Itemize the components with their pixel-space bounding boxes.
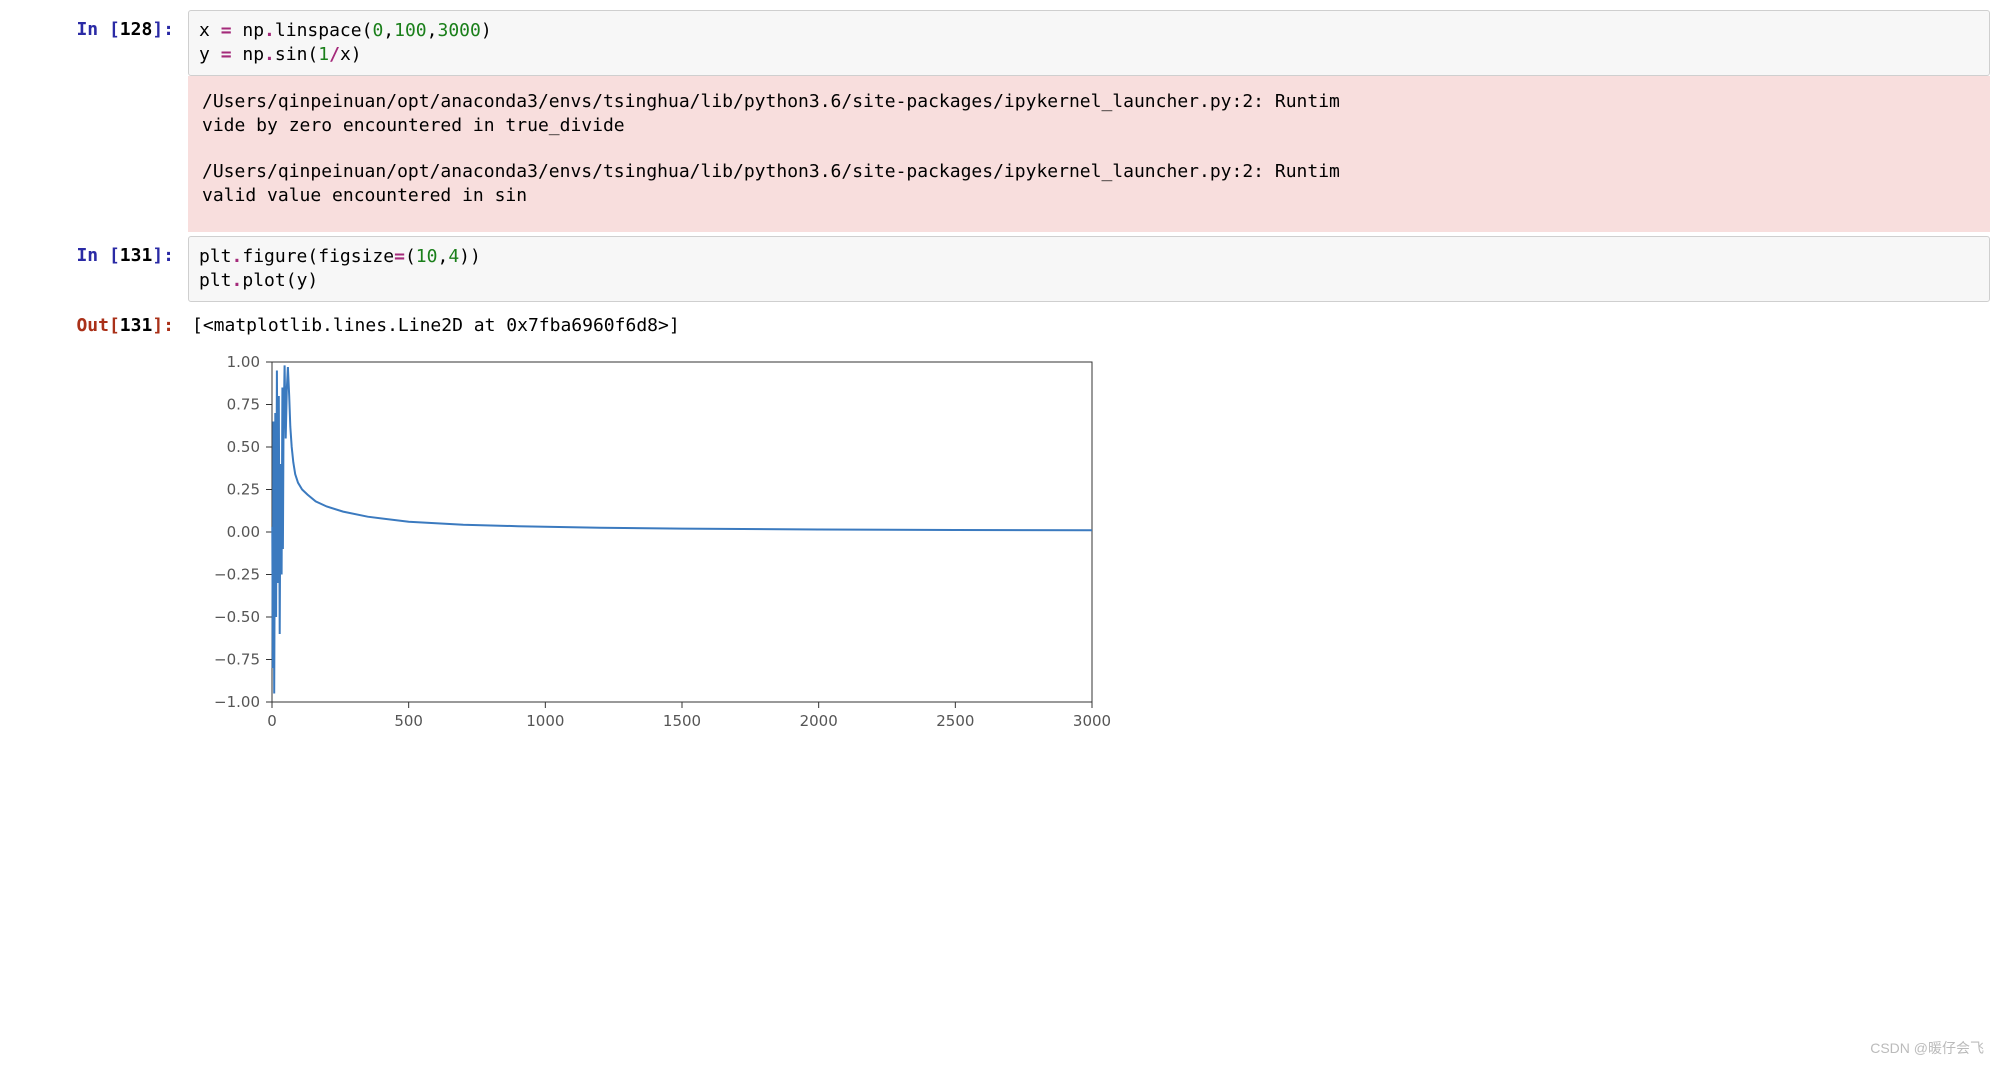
watermark: CSDN @暖仔会飞 [1870,1038,1984,1058]
x-tick-label: 2500 [936,712,974,730]
prompt-suffix: ]: [152,315,174,336]
code-cell-131: In [131]: plt.figure(figsize=(10,4)) plt… [14,236,1990,302]
code-token: 1 [318,44,329,65]
code-token: , [383,20,394,41]
y-tick-label: 0.25 [227,481,260,499]
stderr-line: valid value encountered in sin [202,185,527,206]
x-tick-label: 3000 [1073,712,1111,730]
prompt-number: 128 [120,19,153,40]
code-token: / [329,44,340,65]
matplotlib-figure: −1.00 −0.75 −0.50 −0.25 0.00 0.25 0.50 0.75 1.00… [192,352,1112,742]
x-ticks-group: 0 500 1000 1500 2000 2500 3000 [267,702,1111,730]
code-cell-128: In [128]: x = np.linspace(0,100,3000) y … [14,10,1990,232]
code-token: = [221,20,232,41]
code-token: 10 [416,246,438,267]
code-token: = [394,246,405,267]
y-tick-label: 1.00 [227,353,260,371]
y-tick-label: −0.75 [214,651,260,669]
code-token: x [340,44,351,65]
y-tick-label: −1.00 [214,693,260,711]
code-token: ( [405,246,416,267]
code-token: np [232,20,265,41]
output-cell-131: Out[131]: [<matplotlib.lines.Line2D at 0… [14,306,1990,338]
code-token: x [199,20,221,41]
code-token: ( [362,20,373,41]
code-token: . [264,44,275,65]
code-token: 0 [372,20,383,41]
y-tick-label: −0.50 [214,608,260,626]
stderr-line: /Users/qinpeinuan/opt/anaconda3/envs/tsi… [202,161,1340,182]
code-token: plt [199,246,232,267]
code-token: ) [459,246,470,267]
code-token: linspace [275,20,362,41]
prompt-kind: In [ [76,245,119,266]
code-token: ) [481,20,492,41]
input-prompt: In [128]: [14,10,188,42]
code-token: . [232,270,243,291]
code-token: ( [307,246,318,267]
series-line [272,365,1092,693]
stderr-line: /Users/qinpeinuan/opt/anaconda3/envs/tsi… [202,91,1340,112]
cell-128-area: x = np.linspace(0,100,3000) y = np.sin(1… [188,10,1990,232]
axes-frame [272,362,1092,702]
plot-output-cell: −1.00 −0.75 −0.50 −0.25 0.00 0.25 0.50 0.75 1.00… [14,342,1990,762]
output-text: [<matplotlib.lines.Line2D at 0x7fba6960f… [188,306,1990,338]
code-token: ) [307,270,318,291]
output-prompt: Out[131]: [14,306,188,338]
empty-prompt [14,342,188,350]
code-token: figsize [318,246,394,267]
x-tick-label: 1000 [526,712,564,730]
code-input[interactable]: plt.figure(figsize=(10,4)) plt.plot(y) [188,236,1990,302]
code-token: 4 [448,246,459,267]
y-tick-label: 0.50 [227,438,260,456]
code-token: ) [351,44,362,65]
code-token: . [264,20,275,41]
x-tick-label: 0 [267,712,277,730]
x-tick-label: 2000 [800,712,838,730]
code-token: y [199,44,221,65]
code-token: ( [307,44,318,65]
code-input[interactable]: x = np.linspace(0,100,3000) y = np.sin(1… [188,10,1990,76]
prompt-suffix: ]: [152,19,174,40]
prompt-number: 131 [120,245,153,266]
code-token: sin [275,44,308,65]
code-token: , [427,20,438,41]
code-token: ( [286,270,297,291]
stderr-line: vide by zero encountered in true_divide [202,115,625,136]
code-token: 3000 [437,20,480,41]
prompt-number: 131 [120,315,153,336]
code-token: ) [470,246,481,267]
prompt-suffix: ]: [152,245,174,266]
code-token: figure [242,246,307,267]
plot-wrap: −1.00 −0.75 −0.50 −0.25 0.00 0.25 0.50 0.75 1.00… [188,342,1990,762]
y-tick-label: 0.75 [227,396,260,414]
x-tick-label: 500 [394,712,423,730]
code-token: np [232,44,265,65]
x-tick-label: 1500 [663,712,701,730]
prompt-kind: In [ [76,19,119,40]
input-prompt: In [131]: [14,236,188,268]
code-token: plt [199,270,232,291]
code-token: plot [242,270,285,291]
y-ticks-group: −1.00 −0.75 −0.50 −0.25 0.00 0.25 0.50 0.75 1.00 [214,353,272,711]
y-tick-label: −0.25 [214,566,260,584]
code-token: y [297,270,308,291]
code-token: = [221,44,232,65]
prompt-kind: Out[ [76,315,119,336]
code-token: 100 [394,20,427,41]
stderr-output: /Users/qinpeinuan/opt/anaconda3/envs/tsi… [188,76,1990,232]
y-tick-label: 0.00 [227,523,260,541]
code-token: , [437,246,448,267]
code-token: . [232,246,243,267]
